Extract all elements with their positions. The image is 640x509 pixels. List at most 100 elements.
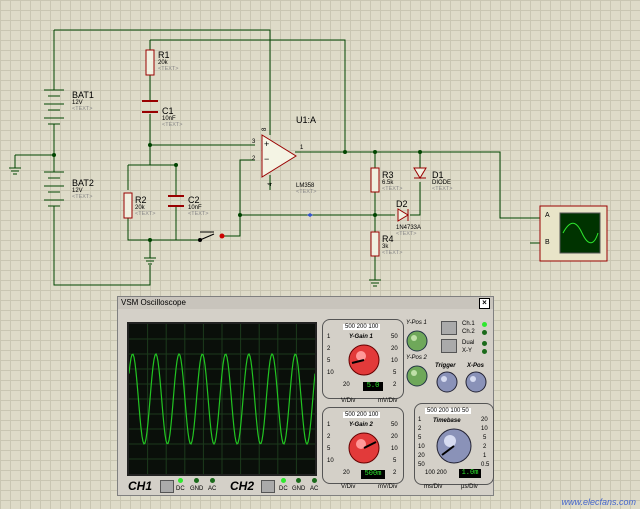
c1-label: C1 10nF <TEXT> xyxy=(162,106,183,128)
scope-screen xyxy=(127,322,317,476)
timebase-tick-2: 2 xyxy=(418,426,422,432)
ygain2-tick-1: 1 xyxy=(327,422,331,428)
ch1-label: CH1 xyxy=(128,479,153,493)
ch2-ac-led[interactable] xyxy=(312,478,317,483)
xy-select-led xyxy=(482,349,487,354)
ygain1-tick-l10: 10 xyxy=(327,370,334,376)
ch1-gnd-label: GND xyxy=(190,486,204,492)
close-button[interactable]: × xyxy=(479,298,490,309)
timebase-unit-left: ms/Div xyxy=(424,484,443,490)
svg-text:2: 2 xyxy=(252,156,256,162)
ch1-ac-led[interactable] xyxy=(210,478,215,483)
timebase-tick-5: 5 xyxy=(418,435,422,441)
ygain2-unit-left: V/Div xyxy=(341,484,356,490)
xpos-knob[interactable] xyxy=(465,371,487,393)
svg-text:3: 3 xyxy=(252,139,256,145)
ch2-label: CH2 xyxy=(230,479,255,493)
timebase-tick-r05: 0.5 xyxy=(481,462,490,468)
timebase-tick-r2: 2 xyxy=(483,444,487,450)
ch1-invert-button[interactable] xyxy=(160,480,174,493)
xy-select-label: X-Y xyxy=(462,348,473,354)
ygain2-knob[interactable] xyxy=(347,431,381,465)
ygain1-tick-50: 50 xyxy=(391,334,398,340)
svg-text:1: 1 xyxy=(300,145,304,151)
timebase-tick-50: 50 xyxy=(418,462,425,468)
ch2-select-label: Ch.2 xyxy=(462,329,475,335)
ch2-select-led xyxy=(482,330,487,335)
ygain1-tick-5: 5 xyxy=(393,370,397,376)
scope-pin-a: A xyxy=(545,212,550,219)
watermark: www.elecfans.com xyxy=(561,497,636,507)
ygain2-tick-2: 2 xyxy=(393,470,397,476)
ygain1-tick-20: 20 xyxy=(343,382,350,388)
ch-select-button-1[interactable] xyxy=(441,321,457,335)
ch2-dc-label: DC xyxy=(279,486,288,492)
ygain1-tick-l5: 5 xyxy=(327,358,331,364)
bat1-label: BAT1 12V <TEXT> xyxy=(72,90,94,112)
ch1-dc-label: DC xyxy=(176,486,185,492)
ypos1-knob[interactable] xyxy=(406,330,428,352)
timebase-tick-r1: 1 xyxy=(483,453,487,459)
ygain2-tick-50: 50 xyxy=(391,422,398,428)
ypos2-knob[interactable] xyxy=(406,365,428,387)
svg-text:8: 8 xyxy=(262,127,268,131)
ygain1-unit-left: V/Div xyxy=(341,398,356,404)
timebase-tick-20: 20 xyxy=(418,453,425,459)
oscilloscope-window[interactable]: VSM Oscilloscope × CH1 DC GND AC CH2 DC … xyxy=(117,296,494,496)
ygain2-tick-10: 10 xyxy=(391,446,398,452)
timebase-tick-r20: 20 xyxy=(481,417,488,423)
ch1-select-label: Ch.1 xyxy=(462,321,475,327)
trigger-knob[interactable] xyxy=(436,371,458,393)
ch2-ac-label: AC xyxy=(310,486,319,492)
oscilloscope-title: VSM Oscilloscope xyxy=(118,297,493,309)
ch1-ac-label: AC xyxy=(208,486,217,492)
ch2-dc-led[interactable] xyxy=(281,478,286,483)
ch1-dc-led[interactable] xyxy=(178,478,183,483)
timebase-readout: 1.0m xyxy=(459,469,481,478)
ygain2-title: Y-Gain 2 xyxy=(349,422,373,428)
svg-text:+: + xyxy=(264,139,269,149)
ch2-gnd-label: GND xyxy=(292,486,306,492)
dual-select-label: Dual xyxy=(462,340,475,346)
ygain2-tick-5: 5 xyxy=(393,458,397,464)
svg-text:4: 4 xyxy=(268,182,274,186)
r4-label: R4 3k <TEXT> xyxy=(382,234,403,256)
r1-label: R1 20k <TEXT> xyxy=(158,50,179,72)
d2-label: D2 xyxy=(396,199,408,209)
trigger-label: Trigger xyxy=(435,363,456,369)
timebase-tick-10: 10 xyxy=(418,444,425,450)
timebase-panel: 500 200 100 50 Timebase 1 2 5 10 20 50 2… xyxy=(414,403,494,485)
ygain2-scale-top: 500 200 100 xyxy=(343,412,381,418)
ygain2-unit-right: mV/Div xyxy=(378,484,398,490)
ch1-gnd-led[interactable] xyxy=(194,478,199,483)
timebase-unit-right: µs/Div xyxy=(461,484,478,490)
u1-value: LM358 <TEXT> xyxy=(296,183,317,195)
ygain2-tick-l2: 2 xyxy=(327,434,331,440)
timebase-scale-top: 500 200 100 50 xyxy=(425,408,471,414)
ygain1-tick-l2: 2 xyxy=(327,346,331,352)
ygain1-tick-r20: 20 xyxy=(391,346,398,352)
timebase-tick-1: 1 xyxy=(418,417,422,423)
ch-select-button-2[interactable] xyxy=(441,339,457,353)
ch2-gnd-led[interactable] xyxy=(296,478,301,483)
dual-select-led xyxy=(482,341,487,346)
ygain1-scale-top: 500 200 100 xyxy=(343,324,381,330)
xpos-label: X-Pos xyxy=(467,363,485,369)
d1-label: D1 DIODE <TEXT> xyxy=(432,170,453,192)
ch2-invert-button[interactable] xyxy=(261,480,275,493)
ygain2-tick-20: 20 xyxy=(343,470,350,476)
ygain1-readout: 5.0 xyxy=(363,382,383,391)
ygain1-tick-2: 2 xyxy=(393,382,397,388)
scope-trace xyxy=(128,324,316,474)
ygain1-panel: 500 200 100 Y-Gain 1 20 50 20 10 5 2 1 2… xyxy=(322,319,404,399)
ch1-select-led xyxy=(482,322,487,327)
ypos2-label: Y-Pos 2 xyxy=(406,355,427,361)
ygain1-title: Y-Gain 1 xyxy=(349,334,373,340)
timebase-tick-r10: 10 xyxy=(481,426,488,432)
ygain1-knob[interactable] xyxy=(347,343,381,377)
r2-label: R2 20k <TEXT> xyxy=(135,195,156,217)
timebase-tick-r5: 5 xyxy=(483,435,487,441)
timebase-title: Timebase xyxy=(433,418,461,424)
ygain2-tick-l10: 10 xyxy=(327,458,334,464)
timebase-knob[interactable] xyxy=(435,427,473,465)
